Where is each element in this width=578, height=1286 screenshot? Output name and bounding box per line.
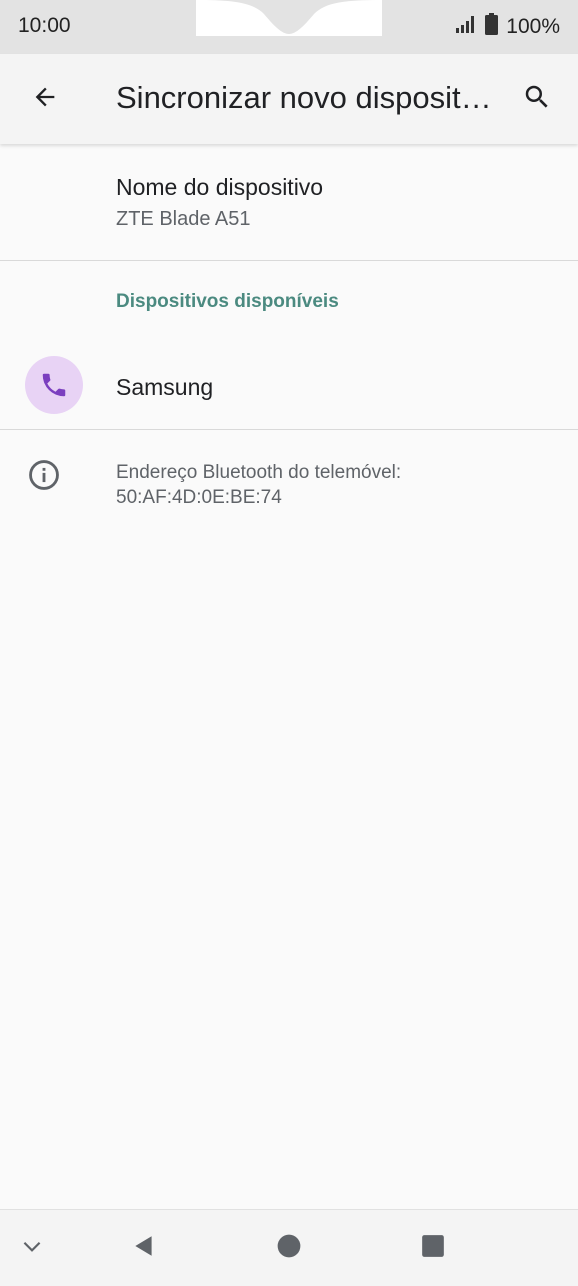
back-triangle-icon [131, 1233, 157, 1264]
back-button[interactable] [22, 76, 68, 122]
nav-back-button[interactable] [124, 1228, 164, 1268]
device-name-title: Nome do dispositivo [116, 174, 324, 200]
section-title: Dispositivos disponíveis [116, 291, 339, 312]
status-bar: 10:00 100% [0, 0, 578, 54]
info-text-line1: Endereço Bluetooth do telemóvel: [116, 462, 402, 483]
nav-recents-button[interactable] [413, 1228, 453, 1268]
cell-signal-icon [455, 14, 477, 40]
page-title: Sincronizar novo dispositivo [116, 80, 496, 115]
nav-collapse-button[interactable] [12, 1228, 52, 1268]
status-time: 10:00 [18, 14, 71, 37]
device-name-setting[interactable]: Nome do dispositivo ZTE Blade A51 [0, 144, 578, 261]
info-icon [27, 458, 61, 492]
content: Nome do dispositivo ZTE Blade A51 Dispos… [0, 144, 578, 530]
camera-notch [196, 0, 382, 36]
chevron-down-icon [19, 1233, 45, 1264]
info-text: Endereço Bluetooth do telemóvel: 50:AF:4… [116, 460, 556, 510]
bluetooth-address: 50:AF:4D:0E:BE:74 [116, 487, 282, 508]
arrow-back-icon [31, 83, 59, 116]
available-devices-header: Dispositivos disponíveis [0, 261, 578, 345]
phone-icon [25, 356, 83, 414]
battery-percentage: 100% [506, 15, 560, 38]
nav-home-button[interactable] [269, 1228, 309, 1268]
app-bar: Sincronizar novo dispositivo [0, 54, 578, 144]
home-circle-icon [276, 1233, 302, 1264]
battery-icon [485, 13, 499, 41]
recents-square-icon [420, 1233, 446, 1264]
device-label: Samsung [116, 374, 214, 400]
status-indicators: 100% [455, 13, 560, 41]
search-button[interactable] [514, 76, 560, 122]
device-item-samsung[interactable]: Samsung [0, 345, 578, 430]
search-icon [522, 82, 552, 117]
navigation-bar [0, 1209, 578, 1286]
bluetooth-address-info: Endereço Bluetooth do telemóvel: 50:AF:4… [0, 430, 578, 530]
device-name-value: ZTE Blade A51 [116, 208, 251, 230]
